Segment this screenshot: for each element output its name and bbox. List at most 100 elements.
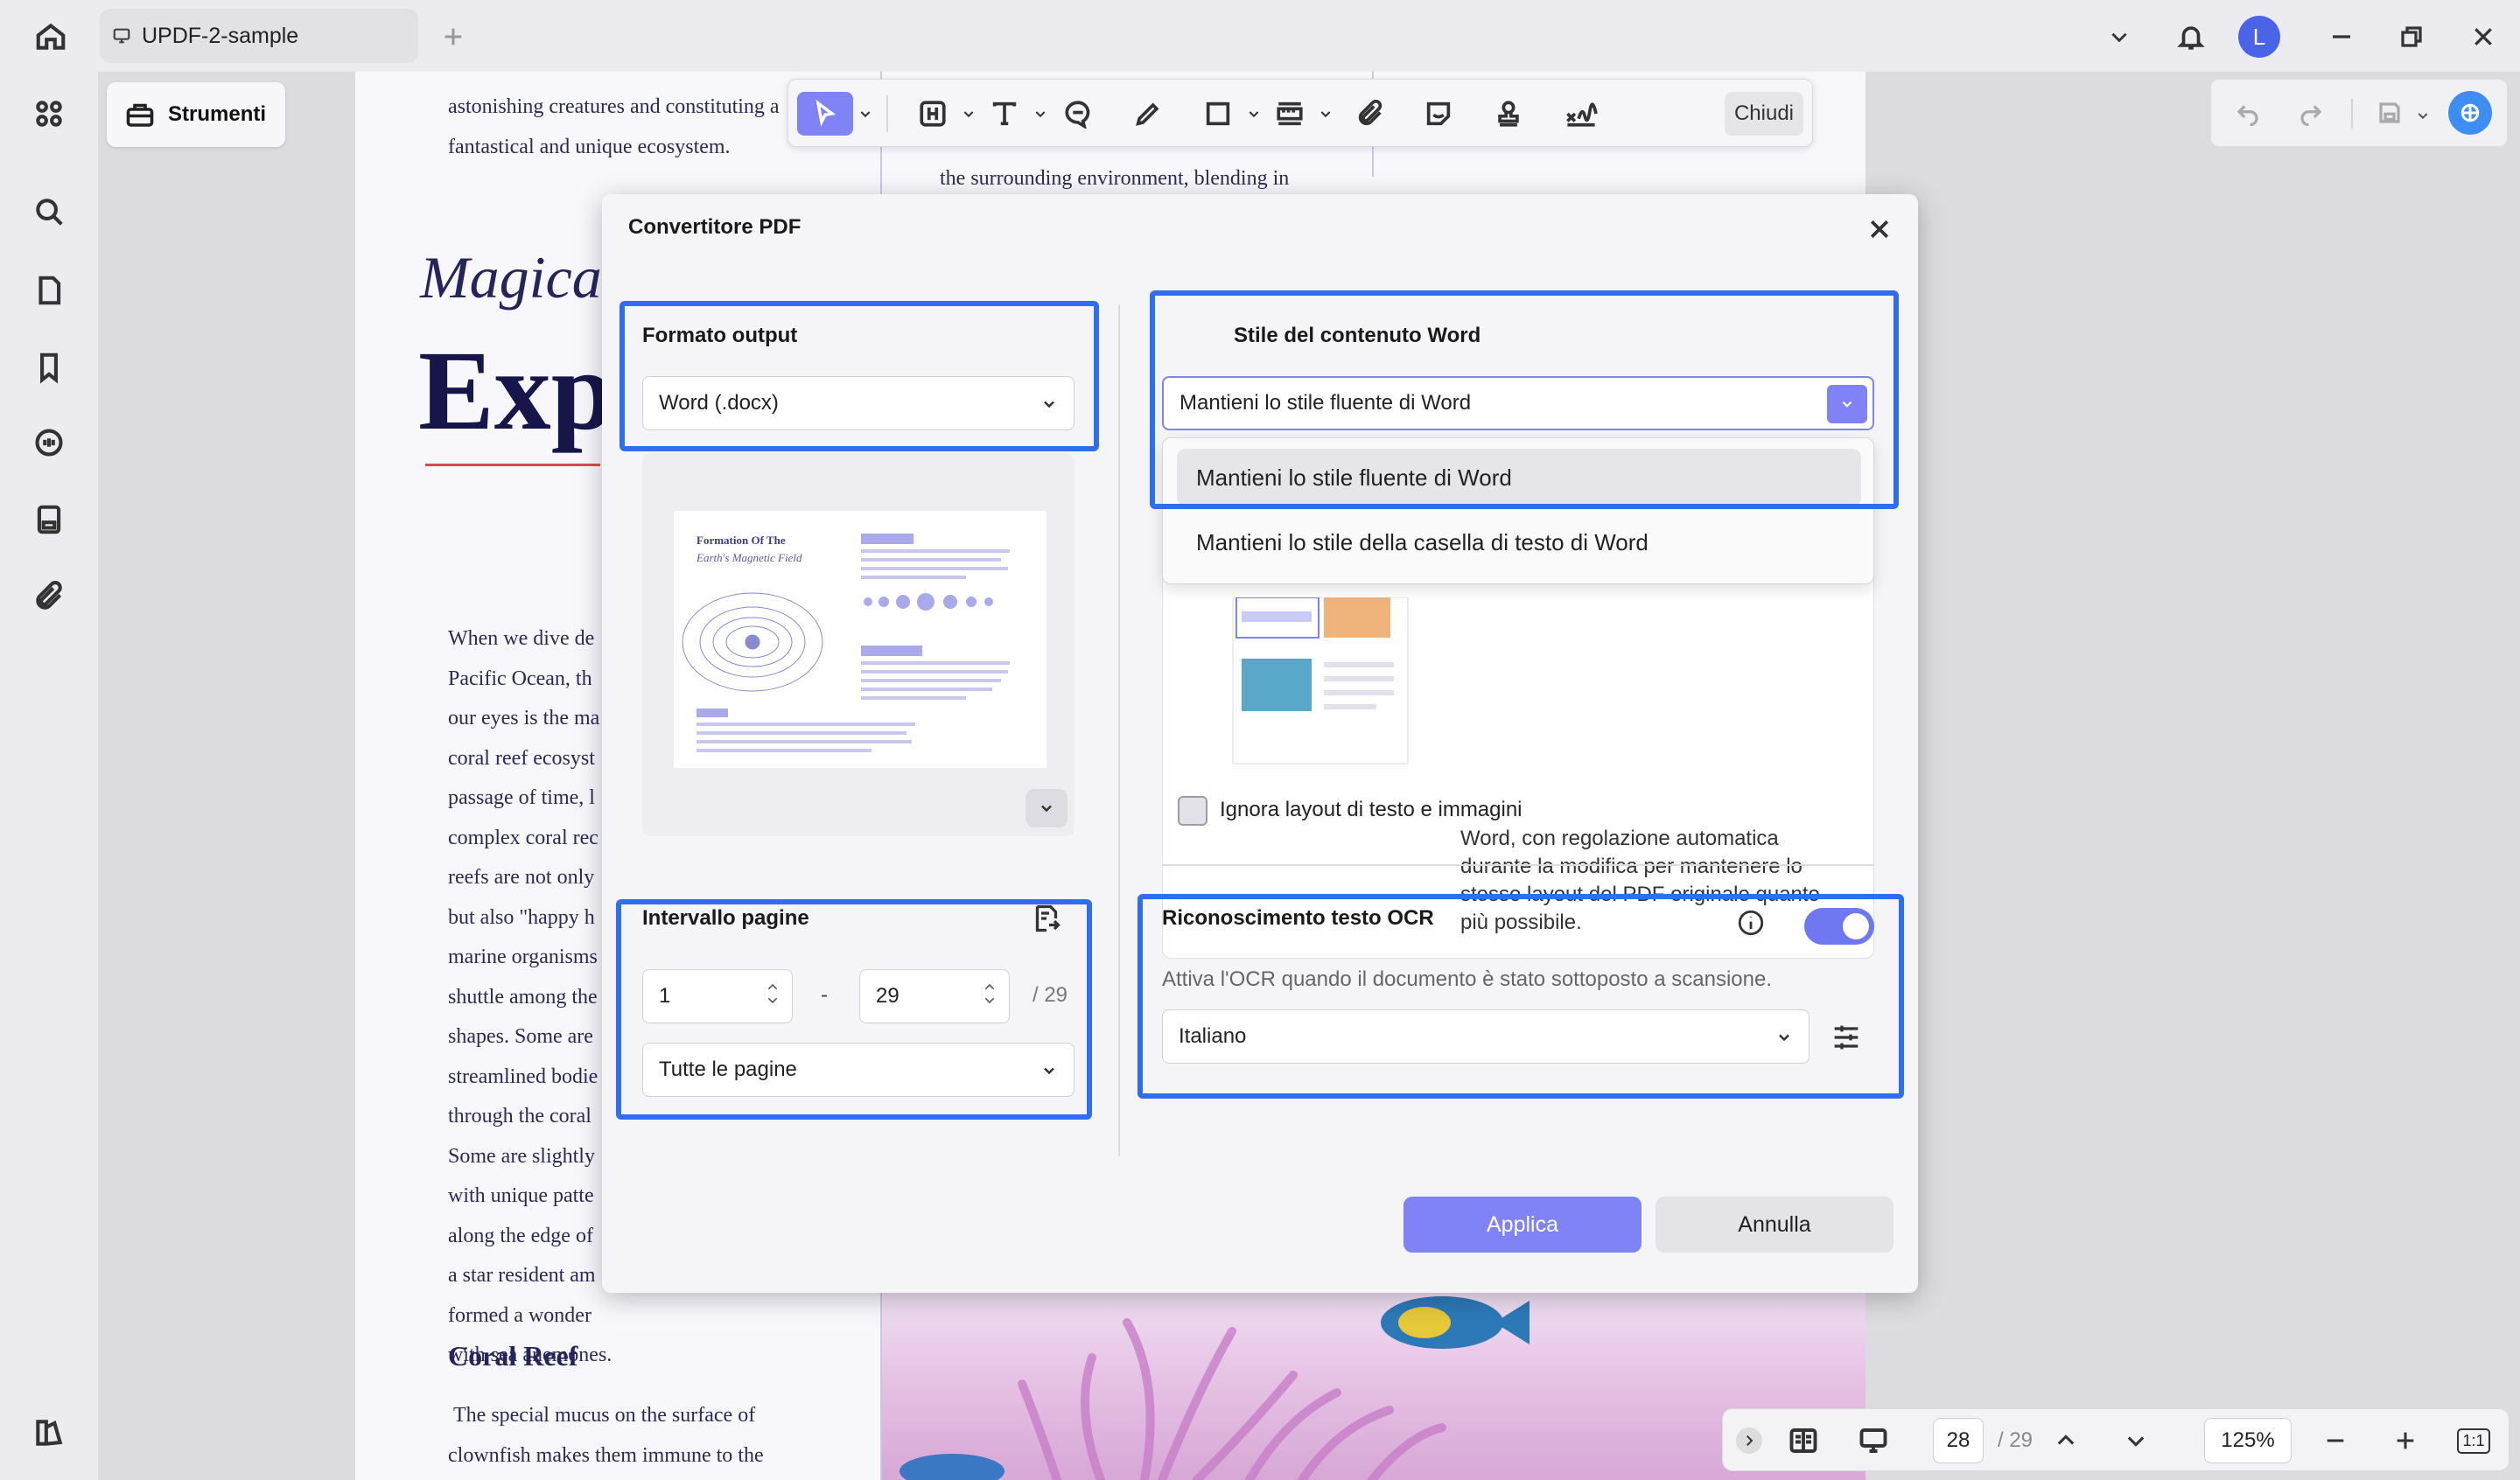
themes-icon[interactable] — [30, 1414, 68, 1452]
signature-tool-icon[interactable] — [1555, 92, 1607, 136]
chevron-down-icon[interactable] — [962, 101, 976, 127]
close-icon[interactable] — [1864, 213, 1895, 245]
home-icon[interactable] — [32, 17, 70, 56]
zoom-in-icon[interactable] — [2388, 1418, 2423, 1463]
document-tab[interactable]: UPDF-2-sample — [100, 9, 418, 63]
next-page-icon[interactable] — [2118, 1418, 2153, 1463]
measure-tool-icon[interactable] — [1268, 92, 1312, 136]
close-window-icon[interactable] — [2466, 19, 2501, 54]
title-underline — [425, 464, 600, 466]
zoom-out-icon[interactable] — [2318, 1418, 2353, 1463]
paragraph-line: coral reef ecosyst — [448, 746, 595, 770]
select-tool-button[interactable] — [797, 92, 853, 136]
restore-icon[interactable] — [2394, 19, 2429, 54]
highlight-box — [616, 899, 1092, 1120]
undo-icon[interactable] — [2229, 90, 2267, 136]
highlight-box — [1150, 290, 1899, 509]
title-italic: Magica — [420, 244, 602, 311]
paragraph-line: Pacific Ocean, th — [448, 667, 592, 690]
monitor-icon — [113, 28, 130, 44]
sticker-tool-icon[interactable] — [1417, 92, 1460, 136]
paragraph-line: reefs are not only — [448, 866, 595, 889]
stamp-tool-icon[interactable] — [1487, 92, 1530, 136]
chevron-down-icon[interactable] — [858, 101, 872, 127]
heading-tool-icon[interactable] — [911, 92, 955, 136]
reading-mode-icon[interactable] — [1782, 1418, 1824, 1463]
cancel-button[interactable]: Annulla — [1656, 1197, 1894, 1253]
close-toolbar-button[interactable]: Chiudi — [1725, 92, 1803, 136]
new-tab-icon[interactable] — [438, 21, 469, 52]
presentation-icon[interactable] — [1852, 1418, 1894, 1463]
rectangle-tool-icon[interactable] — [1196, 92, 1240, 136]
tab-title: UPDF-2-sample — [142, 23, 299, 48]
pdf-converter-dialog: Convertitore PDF Formato output Word (.d… — [602, 194, 1918, 1293]
chevron-down-icon[interactable] — [1247, 101, 1261, 127]
page-navigation-bar: 28 / 29 125% 1:1 — [1722, 1408, 2510, 1471]
ignore-layout-label: Ignora layout di testo e immagini — [1220, 798, 1522, 821]
paragraph-line: a star resident am — [448, 1264, 596, 1287]
bookmark-icon[interactable] — [30, 348, 68, 387]
chevron-down-icon[interactable] — [2104, 21, 2135, 52]
document-thumbnail: Formation Of The Earth's Magnetic Field — [674, 511, 1046, 768]
zoom-level[interactable]: 125% — [2204, 1418, 2292, 1463]
column-divider — [1118, 304, 1120, 1156]
forms-icon[interactable] — [30, 500, 68, 539]
save-icon[interactable] — [2370, 90, 2409, 136]
toolbar-divider — [2351, 99, 2353, 129]
minimize-icon[interactable] — [2324, 19, 2359, 54]
paragraph-line: through the coral — [448, 1105, 592, 1127]
dialog-title: Convertitore PDF — [628, 215, 802, 239]
attachment-icon[interactable] — [30, 577, 68, 616]
paragraph-line: Some are slightly — [448, 1144, 595, 1168]
expand-panel-icon[interactable] — [1733, 1418, 1765, 1463]
apps-grid-icon[interactable] — [30, 94, 68, 133]
paragraph-line: shapes. Some are — [448, 1025, 593, 1048]
paragraph-line: astonishing creatures and constituting a — [448, 95, 780, 118]
expand-preview-button[interactable] — [1026, 789, 1068, 827]
style-preview-illustration — [1232, 597, 1409, 764]
title-bar: UPDF-2-sample L — [0, 0, 2520, 72]
paragraph-line: The special mucus on the surface of — [453, 1404, 756, 1427]
avatar[interactable]: L — [2238, 16, 2280, 58]
section-divider — [1162, 864, 1874, 866]
chevron-down-icon — [1041, 805, 1052, 813]
search-icon[interactable] — [30, 192, 68, 231]
dropdown-option[interactable]: Mantieni lo stile della casella di testo… — [1177, 513, 1861, 571]
attachment-tool-icon[interactable] — [1348, 92, 1392, 136]
text-tool-icon[interactable] — [983, 92, 1026, 136]
chevron-down-icon[interactable] — [1319, 101, 1333, 127]
chevron-down-icon[interactable] — [1033, 101, 1047, 127]
paragraph-line: but also "happy h — [448, 905, 595, 929]
thumbnail-graphics — [682, 534, 1010, 752]
redo-icon[interactable] — [2292, 90, 2330, 136]
toolbar-divider — [886, 95, 888, 132]
paragraph-line: our eyes is the ma — [448, 707, 600, 730]
left-sidebar — [0, 72, 98, 1480]
actual-size-button[interactable]: 1:1 — [2454, 1418, 2493, 1463]
actual-size-label: 1:1 — [2457, 1428, 2490, 1454]
comment-tool-icon[interactable] — [1056, 92, 1100, 136]
preview-panel: Formation Of The Earth's Magnetic Field — [642, 453, 1074, 836]
paragraph-line: When we dive de — [448, 627, 595, 650]
paragraph-line: with unique patte — [448, 1184, 594, 1207]
paragraph-line: marine organisms — [448, 946, 598, 968]
ai-assistant-icon[interactable] — [2446, 90, 2495, 136]
paragraph-line: along the edge of — [448, 1224, 593, 1247]
pencil-tool-icon[interactable] — [1126, 92, 1170, 136]
section-heading: Coral Reef — [448, 1340, 578, 1372]
chevron-down-icon[interactable] — [2416, 102, 2430, 129]
page-thumbnails-icon[interactable] — [30, 271, 68, 310]
app-window: UPDF-2-sample L Strumenti astonishing cr… — [0, 0, 2520, 1480]
previous-page-icon[interactable] — [2048, 1418, 2083, 1463]
title-big: Exp — [418, 328, 615, 454]
tools-button[interactable]: Strumenti — [107, 82, 285, 147]
undo-toolbar — [2210, 79, 2508, 147]
bell-icon[interactable] — [2172, 17, 2210, 56]
ignore-layout-checkbox[interactable] — [1178, 796, 1208, 826]
apply-button[interactable]: Applica — [1404, 1197, 1642, 1253]
highlight-box — [620, 301, 1099, 451]
paragraph-line: formed a wonder — [448, 1303, 592, 1327]
current-page-input[interactable]: 28 — [1933, 1418, 1984, 1463]
highlight-box — [1138, 894, 1904, 1099]
comments-icon[interactable] — [30, 423, 68, 462]
